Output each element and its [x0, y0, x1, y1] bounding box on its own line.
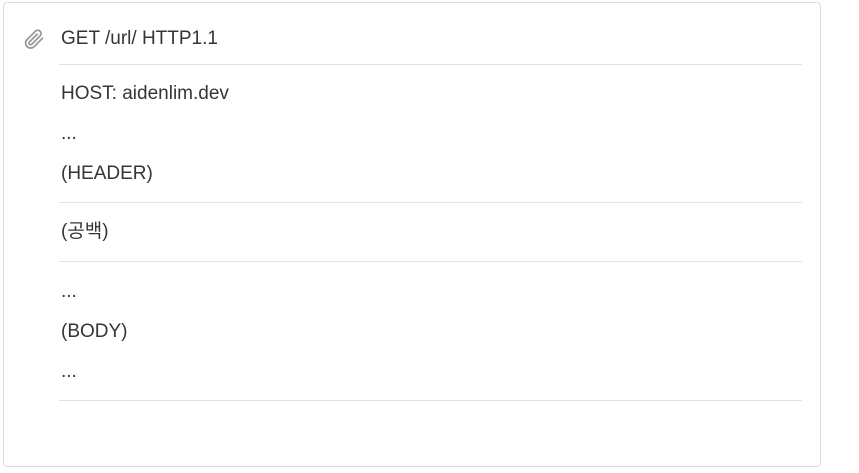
attachment-card — [3, 2, 821, 467]
body-label: (BODY) — [61, 321, 128, 342]
host-header-line: HOST: aidenlim.dev — [61, 83, 229, 104]
body-ellipsis-top: ... — [61, 281, 77, 302]
header-ellipsis: ... — [61, 123, 77, 144]
divider — [59, 261, 802, 262]
body-ellipsis-bottom: ... — [61, 361, 77, 382]
request-line: GET /url/ HTTP1.1 — [61, 28, 218, 49]
paperclip-icon — [24, 29, 44, 49]
divider — [59, 64, 802, 65]
divider — [59, 400, 802, 401]
blank-line-label: (공백) — [61, 221, 109, 242]
header-label: (HEADER) — [61, 163, 153, 184]
divider — [59, 202, 802, 203]
